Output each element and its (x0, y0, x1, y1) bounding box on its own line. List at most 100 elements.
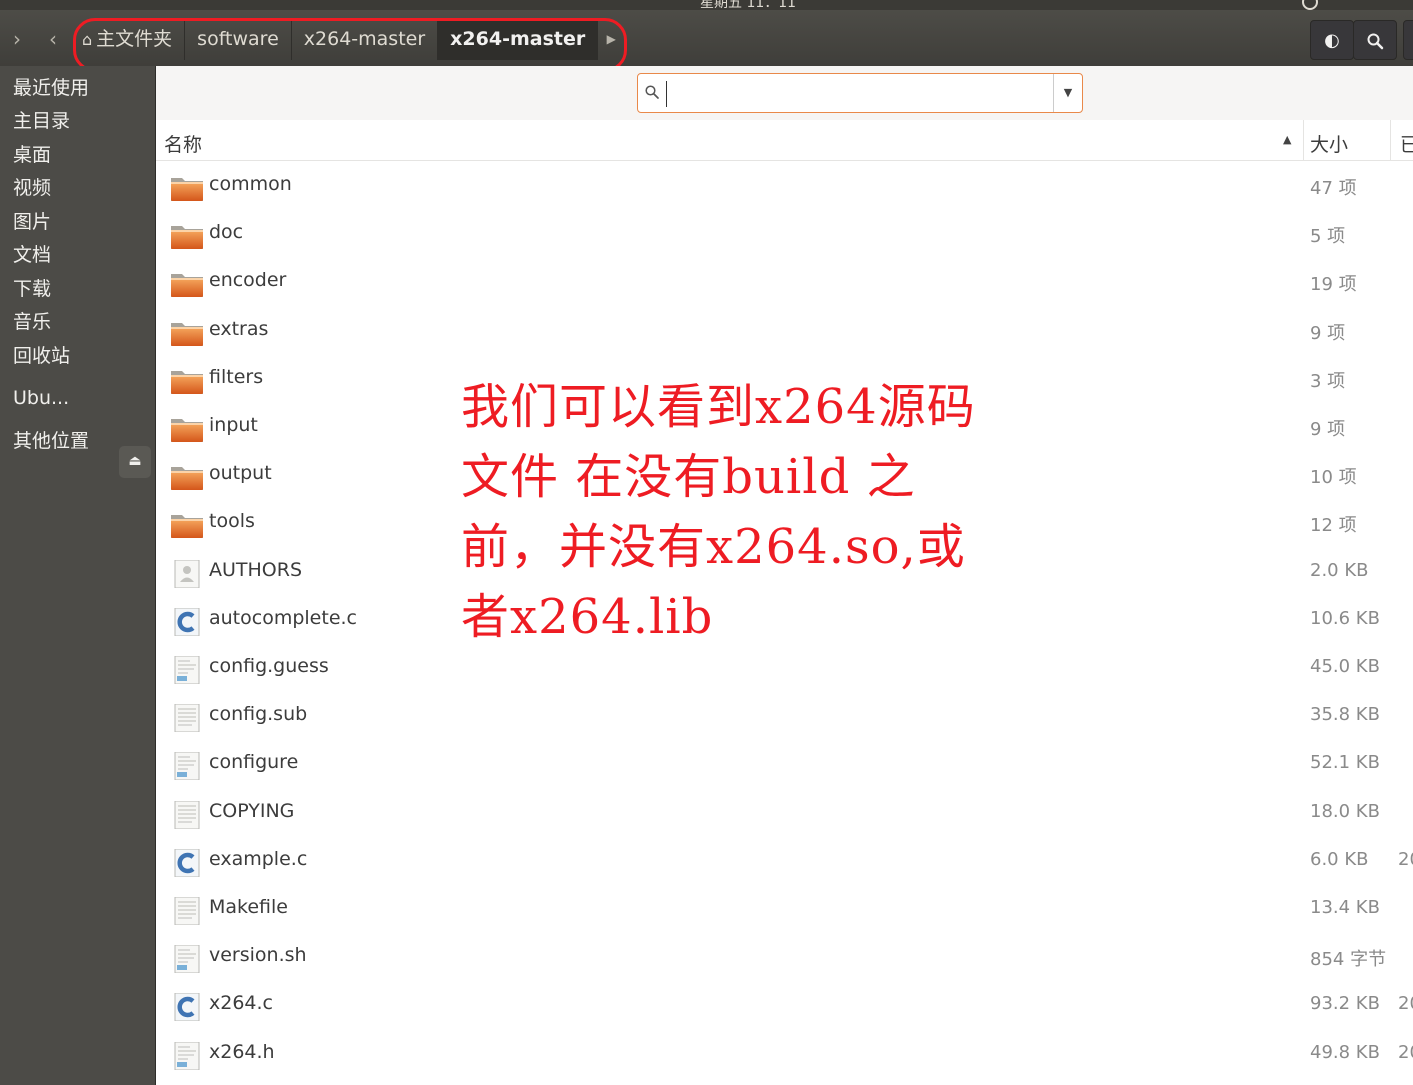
sidebar: 最近使用 主目录 桌面 视频 图片 文档 下载 音乐 回收站 Ubu... ⏏ … (0, 66, 156, 1085)
folder-icon (170, 415, 204, 443)
file-size: 3 项 (1310, 370, 1346, 392)
file-size: 9 项 (1310, 419, 1346, 440)
clock[interactable]: 星期五 11：11 (700, 0, 796, 10)
headerbar: › ‹ ⌂ 主文件夹 software x264-master x264-mast… (0, 10, 1413, 72)
annotation-text: 我们可以看到x264源码 文件 在没有build 之前，并没有x264.so,或者… (461, 372, 1041, 652)
file-size: 6.0 KB (1310, 848, 1369, 870)
sort-ascending-icon[interactable]: ▲ (1283, 133, 1291, 146)
c-source-file-icon (170, 607, 204, 637)
sidebar-item-home[interactable]: 主目录 (13, 109, 70, 133)
file-row[interactable]: example.c 6.0 KB 20 (156, 837, 1413, 885)
file-name: output (209, 462, 272, 485)
file-size: 49.8 KB (1310, 1041, 1380, 1063)
crumb-next-icon[interactable]: ▶ (598, 32, 624, 46)
file-size: 10.6 KB (1310, 607, 1380, 629)
crumb-x264-master-current[interactable]: x264-master (438, 18, 599, 60)
folder-icon (170, 463, 204, 491)
file-name: x264.h (209, 1040, 275, 1063)
top-panel: 星期五 11：11 (0, 0, 1413, 10)
folder-icon (170, 222, 204, 250)
sidebar-item-music[interactable]: 音乐 (13, 310, 51, 334)
file-name: configure (209, 751, 299, 774)
folder-icon (170, 511, 204, 539)
crumb-home[interactable]: ⌂ 主文件夹 (70, 18, 186, 60)
file-row[interactable]: COPYING 18.0 KB (156, 789, 1413, 837)
sidebar-item-pictures[interactable]: 图片 (13, 210, 51, 234)
annotation-line: 文件 在没有build 之 (461, 449, 916, 505)
folder-icon (170, 174, 204, 202)
sidebar-item-documents[interactable]: 文档 (13, 243, 51, 267)
file-name: tools (209, 510, 255, 533)
search-input[interactable] (666, 81, 1051, 107)
file-name: config.guess (209, 655, 329, 677)
file-row[interactable]: extras 9 项 (156, 307, 1413, 355)
file-name: extras (209, 317, 269, 340)
file-name: filters (209, 365, 264, 388)
crumb-software[interactable]: software (185, 18, 292, 60)
annotation-line: 者x264.lib (461, 589, 714, 645)
column-size[interactable]: 大小 (1303, 120, 1391, 160)
back-button[interactable]: ‹ (38, 22, 68, 56)
file-size: 13.4 KB (1310, 897, 1380, 918)
sidebar-item-recent[interactable]: 最近使用 (13, 76, 89, 100)
crumb-x264-master[interactable]: x264-master (292, 18, 439, 60)
sidebar-item-other-locations[interactable]: 其他位置 (13, 429, 89, 453)
file-size: 12 项 (1310, 515, 1357, 537)
file-size: 18.0 KB (1310, 800, 1380, 822)
folder-icon (170, 367, 204, 395)
script-file-icon (170, 1041, 204, 1071)
home-icon: ⌂ (82, 30, 93, 49)
search-icon (645, 85, 659, 99)
file-row[interactable]: encoder 19 项 (156, 258, 1413, 306)
file-size: 93.2 KB (1310, 993, 1380, 1015)
c-source-file-icon (170, 992, 204, 1022)
file-row[interactable]: doc 5 项 (156, 210, 1413, 258)
file-name: x264.c (209, 992, 273, 1015)
column-header: 名称 ▲ 大小 已 (156, 120, 1413, 161)
file-modified: 20 (1398, 848, 1413, 870)
search-icon (1367, 33, 1384, 50)
view-toggle-button[interactable]: ◐ (1310, 20, 1354, 60)
text-file-icon (170, 800, 204, 830)
annotation-line: 我们可以看到x264源码 (461, 379, 976, 435)
file-name: AUTHORS (209, 558, 303, 581)
menu-button[interactable] (1403, 20, 1413, 60)
power-icon[interactable] (1302, 0, 1318, 10)
file-row[interactable]: x264.c 93.2 KB 20 (156, 981, 1413, 1029)
file-name: version.sh (209, 944, 307, 967)
file-size: 45.0 KB (1310, 656, 1380, 677)
search-button[interactable] (1353, 20, 1397, 60)
breadcrumb: ⌂ 主文件夹 software x264-master x264-master ▶ (70, 18, 624, 60)
file-modified: 20 (1398, 993, 1413, 1015)
file-row[interactable]: Makefile 13.4 KB (156, 885, 1413, 933)
sidebar-item-trash[interactable]: 回收站 (13, 344, 70, 368)
file-name: input (209, 414, 258, 436)
file-size: 47 项 (1310, 178, 1357, 199)
file-row[interactable]: x264.h 49.8 KB 20 (156, 1030, 1413, 1078)
eject-icon[interactable]: ⏏ (119, 446, 151, 478)
file-row[interactable]: common 47 项 (156, 162, 1413, 210)
sidebar-item-device[interactable]: Ubu... (13, 386, 69, 410)
file-row[interactable]: configure 52.1 KB (156, 740, 1413, 788)
file-modified: 20 (1398, 1041, 1413, 1063)
file-size: 35.8 KB (1310, 704, 1380, 726)
text-file-icon (170, 703, 204, 733)
file-name: example.c (209, 847, 308, 870)
c-source-file-icon (170, 848, 204, 878)
chevron-right-icon[interactable]: › (2, 22, 32, 56)
folder-icon (170, 319, 204, 347)
sidebar-item-desktop[interactable]: 桌面 (13, 143, 51, 167)
file-row[interactable]: config.sub 35.8 KB (156, 692, 1413, 740)
search-dropdown-button[interactable]: ▼ (1053, 74, 1082, 112)
sidebar-item-videos[interactable]: 视频 (13, 176, 51, 200)
crumb-home-label: 主文件夹 (96, 28, 173, 50)
file-name: doc (209, 221, 244, 244)
column-modified[interactable]: 已 (1400, 130, 1413, 157)
file-row[interactable]: version.sh 854 字节 (156, 933, 1413, 981)
file-name: common (209, 173, 292, 195)
search-field[interactable]: ▼ (637, 73, 1083, 113)
column-name[interactable]: 名称 (164, 130, 202, 157)
file-name: Makefile (209, 896, 288, 918)
sidebar-item-downloads[interactable]: 下载 (13, 277, 51, 301)
annotation-line: 前，并没有x264.so,或 (461, 519, 966, 575)
